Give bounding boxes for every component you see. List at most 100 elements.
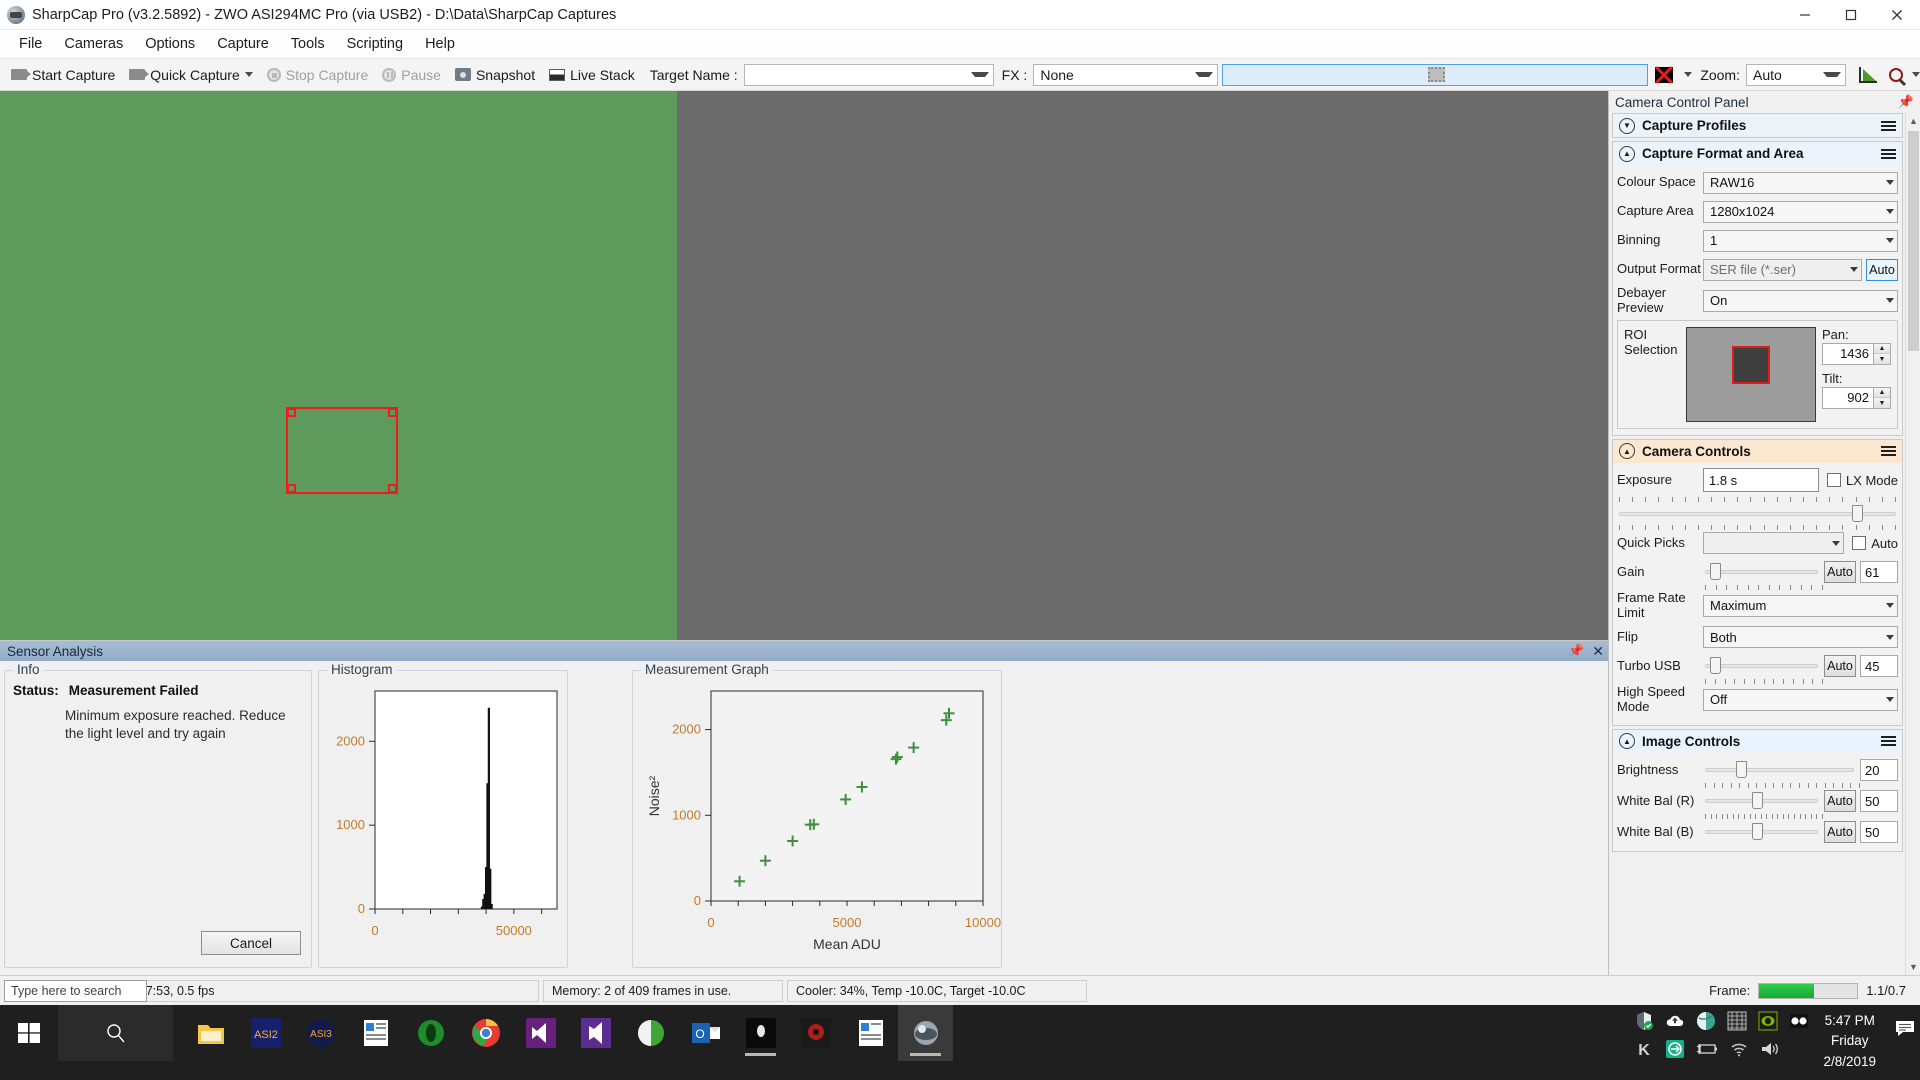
target-name-input[interactable] <box>743 63 994 86</box>
white-bal-r-slider-thumb[interactable] <box>1752 792 1764 810</box>
nvidia-icon[interactable] <box>1758 1011 1778 1031</box>
battery-icon[interactable] <box>1696 1039 1718 1059</box>
brightness-slider[interactable] <box>1705 759 1854 781</box>
roi-handle-top-left[interactable] <box>287 408 296 417</box>
chevron-down-icon[interactable]: ▼ <box>1619 117 1635 134</box>
exposure-slider-thumb[interactable] <box>1851 504 1863 522</box>
taskbar-clock[interactable]: 5:47 PM Friday 2/8/2019 <box>1813 1009 1890 1072</box>
gain-value-input[interactable]: 61 <box>1860 561 1898 584</box>
tilt-stepper-buttons[interactable]: ▲ ▼ <box>1873 387 1890 408</box>
chevron-up-icon[interactable]: ▲ <box>1619 733 1635 750</box>
security-shield-icon[interactable] <box>1634 1011 1654 1031</box>
taskbar-app-chrome[interactable] <box>458 1005 513 1061</box>
taskbar-app-vs-code[interactable] <box>568 1005 623 1061</box>
frame-rate-select[interactable]: Maximum <box>1703 594 1898 617</box>
select-area-button[interactable] <box>1222 63 1649 86</box>
white-bal-b-value-input[interactable]: 50 <box>1860 821 1898 844</box>
taskbar-app-file-explorer[interactable] <box>183 1005 238 1061</box>
teamviewer-icon[interactable] <box>1665 1039 1685 1059</box>
taskbar-search-input[interactable]: Type here to search <box>4 980 147 1002</box>
exposure-input[interactable]: 1.8 s <box>1703 468 1819 493</box>
debayer-preview-select[interactable]: On <box>1703 289 1898 312</box>
white-bal-r-value-input[interactable]: 50 <box>1860 790 1898 813</box>
menu-icon[interactable] <box>1881 446 1896 457</box>
grid-icon[interactable] <box>1727 1011 1747 1031</box>
white-bal-b-slider-thumb[interactable] <box>1752 823 1764 841</box>
menu-help[interactable]: Help <box>414 32 466 56</box>
menu-icon[interactable] <box>1881 736 1896 747</box>
k-icon[interactable]: K <box>1634 1039 1654 1059</box>
live-stack-button[interactable]: Live Stack <box>542 64 642 86</box>
taskbar-app-asi2[interactable]: ASI2 <box>238 1005 293 1061</box>
chevron-up-icon[interactable]: ▲ <box>1619 145 1635 162</box>
globe-icon[interactable] <box>1696 1011 1716 1031</box>
histogram-button[interactable] <box>1856 63 1880 87</box>
pan-up-icon[interactable]: ▲ <box>1874 343 1890 355</box>
white-bal-b-auto-button[interactable]: Auto <box>1824 821 1856 844</box>
capture-profiles-header[interactable]: ▼ Capture Profiles <box>1613 114 1902 137</box>
output-format-select[interactable]: SER file (*.ser) <box>1703 258 1862 281</box>
pin-icon[interactable]: 📌 <box>1568 643 1584 659</box>
camera-controls-header[interactable]: ▲ Camera Controls <box>1613 439 1902 463</box>
brightness-value-input[interactable]: 20 <box>1860 759 1898 782</box>
chevron-up-icon[interactable]: ▲ <box>1619 443 1635 460</box>
taskbar-app-visual-studio[interactable] <box>513 1005 568 1061</box>
white-bal-r-slider[interactable] <box>1705 790 1818 812</box>
volume-icon[interactable] <box>1760 1039 1782 1059</box>
chevron-down-icon[interactable] <box>970 72 989 77</box>
pan-down-icon[interactable]: ▼ <box>1874 354 1890 364</box>
onedrive-icon[interactable] <box>1665 1011 1685 1031</box>
menu-scripting[interactable]: Scripting <box>336 32 414 56</box>
roi-handle-bottom-left[interactable] <box>287 484 296 493</box>
fx-select[interactable]: None <box>1033 63 1219 86</box>
turbo-usb-slider-thumb[interactable] <box>1709 657 1721 675</box>
image-controls-header[interactable]: ▲ Image Controls <box>1613 729 1902 753</box>
start-capture-button[interactable]: Start Capture <box>4 64 122 86</box>
notification-button[interactable] <box>1890 1009 1920 1039</box>
roi-selection-rectangle[interactable] <box>286 407 398 494</box>
maximize-button[interactable] <box>1828 0 1874 30</box>
scroll-thumb[interactable] <box>1908 131 1919 351</box>
menu-tools[interactable]: Tools <box>280 32 336 56</box>
magnifier-button[interactable] <box>1884 63 1908 87</box>
tilt-up-icon[interactable]: ▲ <box>1874 387 1890 399</box>
capture-format-header[interactable]: ▲ Capture Format and Area <box>1613 142 1902 165</box>
chevron-down-icon[interactable] <box>1823 72 1841 77</box>
roi-thumbnail[interactable] <box>1686 326 1816 422</box>
exposure-slider[interactable] <box>1619 503 1896 525</box>
tilt-stepper[interactable]: 902 ▲ ▼ <box>1822 386 1891 409</box>
menu-icon[interactable] <box>1881 120 1896 131</box>
turbo-usb-slider[interactable] <box>1705 655 1818 677</box>
close-icon[interactable]: ✕ <box>1592 644 1604 658</box>
pan-stepper-buttons[interactable]: ▲ ▼ <box>1873 343 1890 364</box>
binning-select[interactable]: 1 <box>1703 229 1898 252</box>
gain-slider-thumb[interactable] <box>1709 563 1721 581</box>
quick-picks-auto-checkbox[interactable] <box>1852 536 1867 551</box>
output-format-auto-button[interactable]: Auto <box>1866 258 1898 281</box>
lx-mode-checkbox[interactable] <box>1826 473 1841 488</box>
chevron-down-icon[interactable] <box>1684 72 1693 77</box>
white-bal-r-auto-button[interactable]: Auto <box>1824 790 1856 813</box>
pan-stepper[interactable]: 1436 ▲ ▼ <box>1822 342 1891 365</box>
colour-space-select[interactable]: RAW16 <box>1703 171 1898 194</box>
menu-file[interactable]: File <box>8 32 53 56</box>
captured-frame[interactable] <box>0 91 677 640</box>
close-button[interactable] <box>1874 0 1920 30</box>
turbo-usb-value-input[interactable]: 45 <box>1860 655 1898 678</box>
menu-options[interactable]: Options <box>134 32 206 56</box>
high-speed-select[interactable]: Off <box>1703 688 1898 711</box>
scroll-down-icon[interactable]: ▼ <box>1906 959 1920 975</box>
cancel-button[interactable]: Cancel <box>201 931 301 955</box>
quick-picks-select[interactable] <box>1703 532 1845 555</box>
chevron-down-icon[interactable] <box>244 72 253 77</box>
roi-handle-top-right[interactable] <box>388 408 397 417</box>
taskbar-app-dark[interactable] <box>733 1005 788 1061</box>
image-preview-area[interactable] <box>0 91 1608 640</box>
minimize-button[interactable] <box>1782 0 1828 30</box>
taskbar-app-paint-net[interactable] <box>623 1005 678 1061</box>
gain-slider[interactable] <box>1705 561 1818 583</box>
taskbar-app-asi3[interactable]: ASI3 <box>293 1005 348 1061</box>
taskbar-app-eye[interactable] <box>403 1005 458 1061</box>
brightness-slider-thumb[interactable] <box>1736 761 1748 779</box>
taskbar-search-button[interactable] <box>58 1005 173 1061</box>
